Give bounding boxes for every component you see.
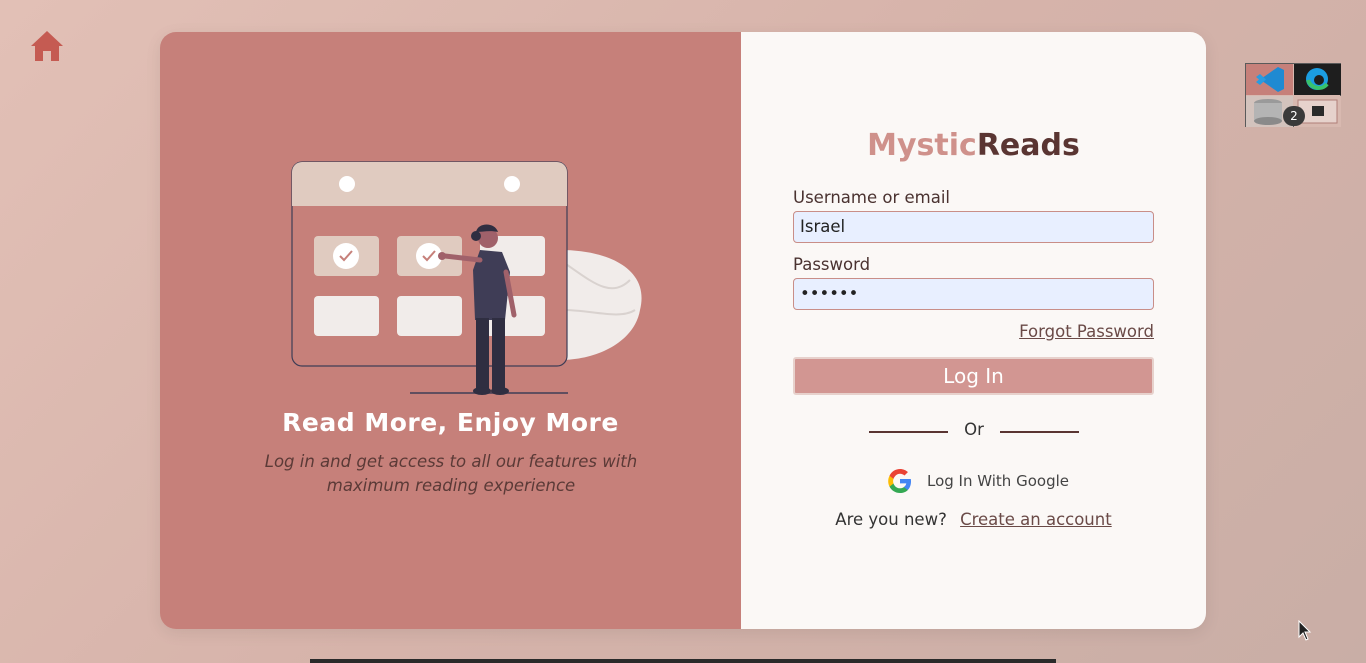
divider-line-right <box>1000 431 1079 433</box>
home-icon[interactable] <box>28 28 66 64</box>
or-label: Or <box>964 420 984 439</box>
google-login-button[interactable]: Log In With Google <box>887 467 1069 495</box>
vscode-icon <box>1256 67 1284 92</box>
create-account-link[interactable]: Create an account <box>960 510 1112 529</box>
password-field[interactable]: •••••• <box>793 278 1154 310</box>
hero-title: Read More, Enjoy More <box>282 408 619 437</box>
google-login-label: Log In With Google <box>927 472 1069 490</box>
taskbar-preview[interactable]: 2 <box>1245 63 1341 127</box>
brand-part-2: Reads <box>976 128 1080 163</box>
username-field[interactable]: Israel <box>793 211 1154 243</box>
password-label: Password <box>793 255 871 274</box>
edge-icon <box>1306 68 1329 90</box>
or-divider: Or <box>869 420 1079 442</box>
edge-thumb[interactable] <box>1294 64 1341 95</box>
login-button[interactable]: Log In <box>793 357 1154 395</box>
hero-subtitle: Log in and get access to all our feature… <box>264 452 638 495</box>
vscode-thumb[interactable] <box>1246 64 1293 95</box>
bottom-edge-bar <box>310 659 1056 663</box>
window-count-badge: 2 <box>1283 106 1305 126</box>
login-panel: MysticReads Username or email Israel Pas… <box>741 32 1206 629</box>
new-user-text: Are you new? <box>835 510 947 529</box>
mouse-cursor-icon <box>1298 620 1312 641</box>
hero-panel: Read More, Enjoy More Log in and get acc… <box>160 32 741 629</box>
brand-logo: MysticReads <box>741 128 1206 163</box>
google-icon <box>888 469 911 493</box>
login-card: Read More, Enjoy More Log in and get acc… <box>160 32 1206 629</box>
username-label: Username or email <box>793 188 950 207</box>
signup-prompt: Are you new? Create an account <box>741 510 1206 529</box>
brand-part-1: Mystic <box>867 128 977 163</box>
forgot-password-link[interactable]: Forgot Password <box>1019 322 1154 341</box>
calendar-illustration <box>291 161 642 395</box>
